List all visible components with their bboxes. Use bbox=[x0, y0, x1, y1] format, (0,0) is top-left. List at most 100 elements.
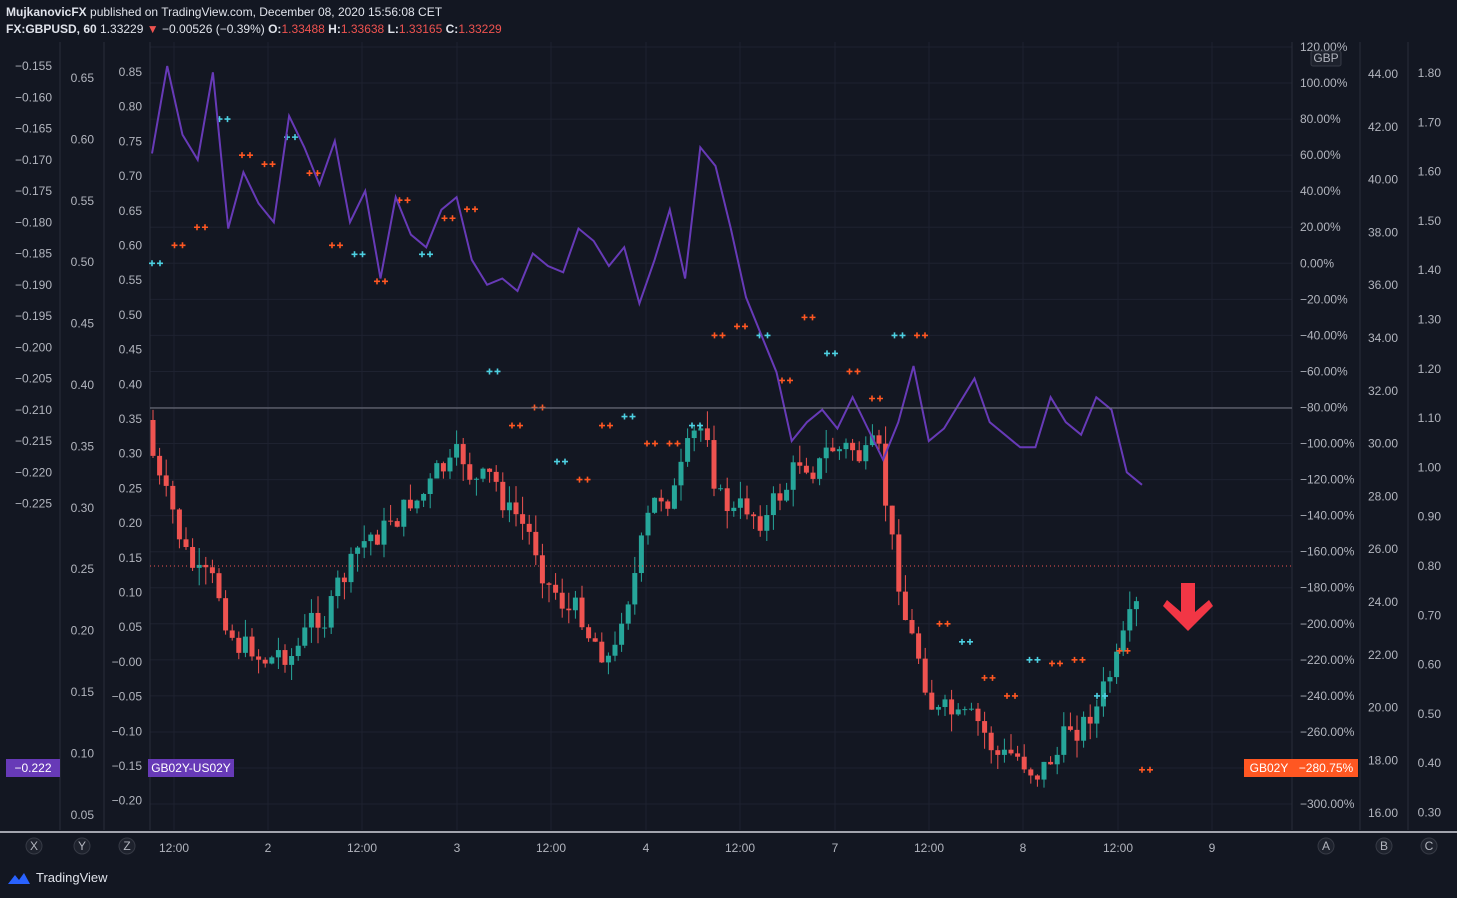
marker-point bbox=[734, 323, 740, 330]
candle-body bbox=[440, 463, 446, 472]
axis-z-tick-label: 0.45 bbox=[119, 343, 143, 357]
left-value-tag: −0.222 bbox=[14, 761, 51, 775]
marker-point bbox=[351, 251, 358, 258]
axis-z-tick-label: −0.10 bbox=[112, 724, 143, 738]
marker-point bbox=[967, 638, 973, 645]
axis-c-tick-label: 1.70 bbox=[1418, 115, 1442, 129]
axis-a-tick-label: −300.00% bbox=[1300, 797, 1355, 811]
candle-body bbox=[190, 547, 196, 568]
axis-x-tick-label: −0.200 bbox=[15, 340, 52, 354]
axis-c-tick-label: 0.60 bbox=[1418, 658, 1442, 672]
candle-body bbox=[995, 750, 1001, 755]
candle-body bbox=[150, 420, 156, 456]
candle-body bbox=[322, 627, 328, 629]
axis-c-tick-label: 0.50 bbox=[1418, 707, 1442, 721]
candle-body bbox=[817, 458, 823, 479]
candle-body bbox=[949, 699, 955, 715]
candle-body bbox=[473, 478, 479, 480]
axis-button-label-z: Z bbox=[123, 839, 130, 853]
candle-body bbox=[1001, 749, 1007, 755]
marker-point bbox=[854, 368, 861, 375]
marker-point bbox=[509, 422, 515, 429]
candle-body bbox=[982, 721, 988, 733]
axis-a-tick-label: −160.00% bbox=[1300, 545, 1355, 559]
candle-body bbox=[500, 481, 506, 511]
axis-a-tick-label: −200.00% bbox=[1300, 617, 1355, 631]
axis-c-tick-label: 1.20 bbox=[1418, 362, 1442, 376]
marker-point bbox=[292, 134, 298, 141]
marker-point bbox=[404, 197, 411, 204]
axis-z-tick-label: 0.85 bbox=[119, 65, 143, 79]
candle-body bbox=[1041, 761, 1047, 780]
candle-body bbox=[1120, 630, 1126, 652]
marker-point bbox=[787, 377, 793, 384]
marker-point bbox=[576, 476, 583, 483]
candle-body bbox=[942, 699, 948, 708]
candle-body bbox=[790, 462, 796, 490]
candle-body bbox=[1074, 729, 1080, 741]
marker-point bbox=[779, 377, 785, 384]
candle-body bbox=[467, 464, 473, 480]
candle-body bbox=[447, 457, 453, 472]
marker-point bbox=[914, 332, 920, 339]
x-tick-label: 12:00 bbox=[725, 841, 755, 855]
axis-a-tick-label: 80.00% bbox=[1300, 112, 1341, 126]
axis-z-tick-label: 0.50 bbox=[119, 308, 143, 322]
candle-body bbox=[275, 650, 281, 658]
candle-body bbox=[526, 523, 532, 532]
axis-a-tick-label: 100.00% bbox=[1300, 76, 1348, 90]
candle-body bbox=[434, 463, 440, 479]
candle-body bbox=[1021, 756, 1027, 770]
candle-body bbox=[698, 428, 704, 431]
marker-point bbox=[494, 368, 501, 375]
right-label-tag: GB02Y bbox=[1250, 761, 1289, 775]
axis-c-tick-label: 0.70 bbox=[1418, 608, 1442, 622]
axis-y-tick-label: 0.65 bbox=[71, 71, 95, 85]
axis-x-tick-label: −0.205 bbox=[15, 372, 52, 386]
spread-series-line bbox=[151, 65, 1143, 486]
candle-body bbox=[902, 591, 908, 621]
candle-body bbox=[163, 475, 169, 486]
candle-body bbox=[619, 623, 625, 645]
candle-body bbox=[1067, 726, 1073, 730]
marker-point bbox=[697, 422, 703, 429]
tradingview-brand[interactable]: TradingView bbox=[8, 870, 108, 885]
candle-body bbox=[737, 498, 743, 508]
x-tick-label: 7 bbox=[832, 841, 839, 855]
axis-y-tick-label: 0.55 bbox=[71, 194, 95, 208]
candle-body bbox=[216, 573, 222, 599]
axis-a-tick-label: −80.00% bbox=[1300, 400, 1348, 414]
axis-b-tick-label: 22.00 bbox=[1368, 648, 1398, 662]
candle-body bbox=[731, 507, 737, 512]
axis-a-tick-label: 20.00% bbox=[1300, 220, 1341, 234]
x-tick-label: 9 bbox=[1209, 841, 1216, 855]
chart-canvas[interactable]: 12:00 2 12:00 3 12:00 4 12:00 7 12:00 8 12:00 9 −0.1… bbox=[0, 0, 1457, 898]
candle-body bbox=[1107, 677, 1113, 682]
candle-body bbox=[665, 501, 671, 509]
marker-point bbox=[464, 206, 470, 213]
candle-body bbox=[843, 442, 849, 450]
marker-point bbox=[644, 440, 650, 447]
axis-x-tick-label: −0.180 bbox=[15, 215, 52, 229]
candle-body bbox=[1015, 753, 1021, 757]
marker-point bbox=[157, 260, 163, 267]
grid-lines bbox=[150, 42, 1292, 830]
candle-body bbox=[744, 498, 750, 515]
axis-a-tick-label: −140.00% bbox=[1300, 509, 1355, 523]
axis-x-tick-label: −0.215 bbox=[15, 434, 52, 448]
marker-point bbox=[419, 251, 425, 258]
candle-body bbox=[1094, 706, 1100, 724]
marker-series-group bbox=[149, 116, 1153, 773]
candle-body bbox=[704, 428, 710, 441]
axis-b-tick-label: 28.00 bbox=[1368, 489, 1398, 503]
candle-body bbox=[1087, 716, 1093, 724]
candle-body bbox=[975, 708, 981, 722]
candle-body bbox=[460, 444, 466, 465]
candle-body bbox=[955, 709, 961, 715]
candle-body bbox=[916, 633, 922, 659]
axis-b-tick-label: 44.00 bbox=[1368, 67, 1398, 81]
candle-body bbox=[830, 447, 836, 452]
axis-a-tick-label: −120.00% bbox=[1300, 473, 1355, 487]
marker-point bbox=[1094, 692, 1100, 699]
candle-body bbox=[1034, 775, 1040, 780]
